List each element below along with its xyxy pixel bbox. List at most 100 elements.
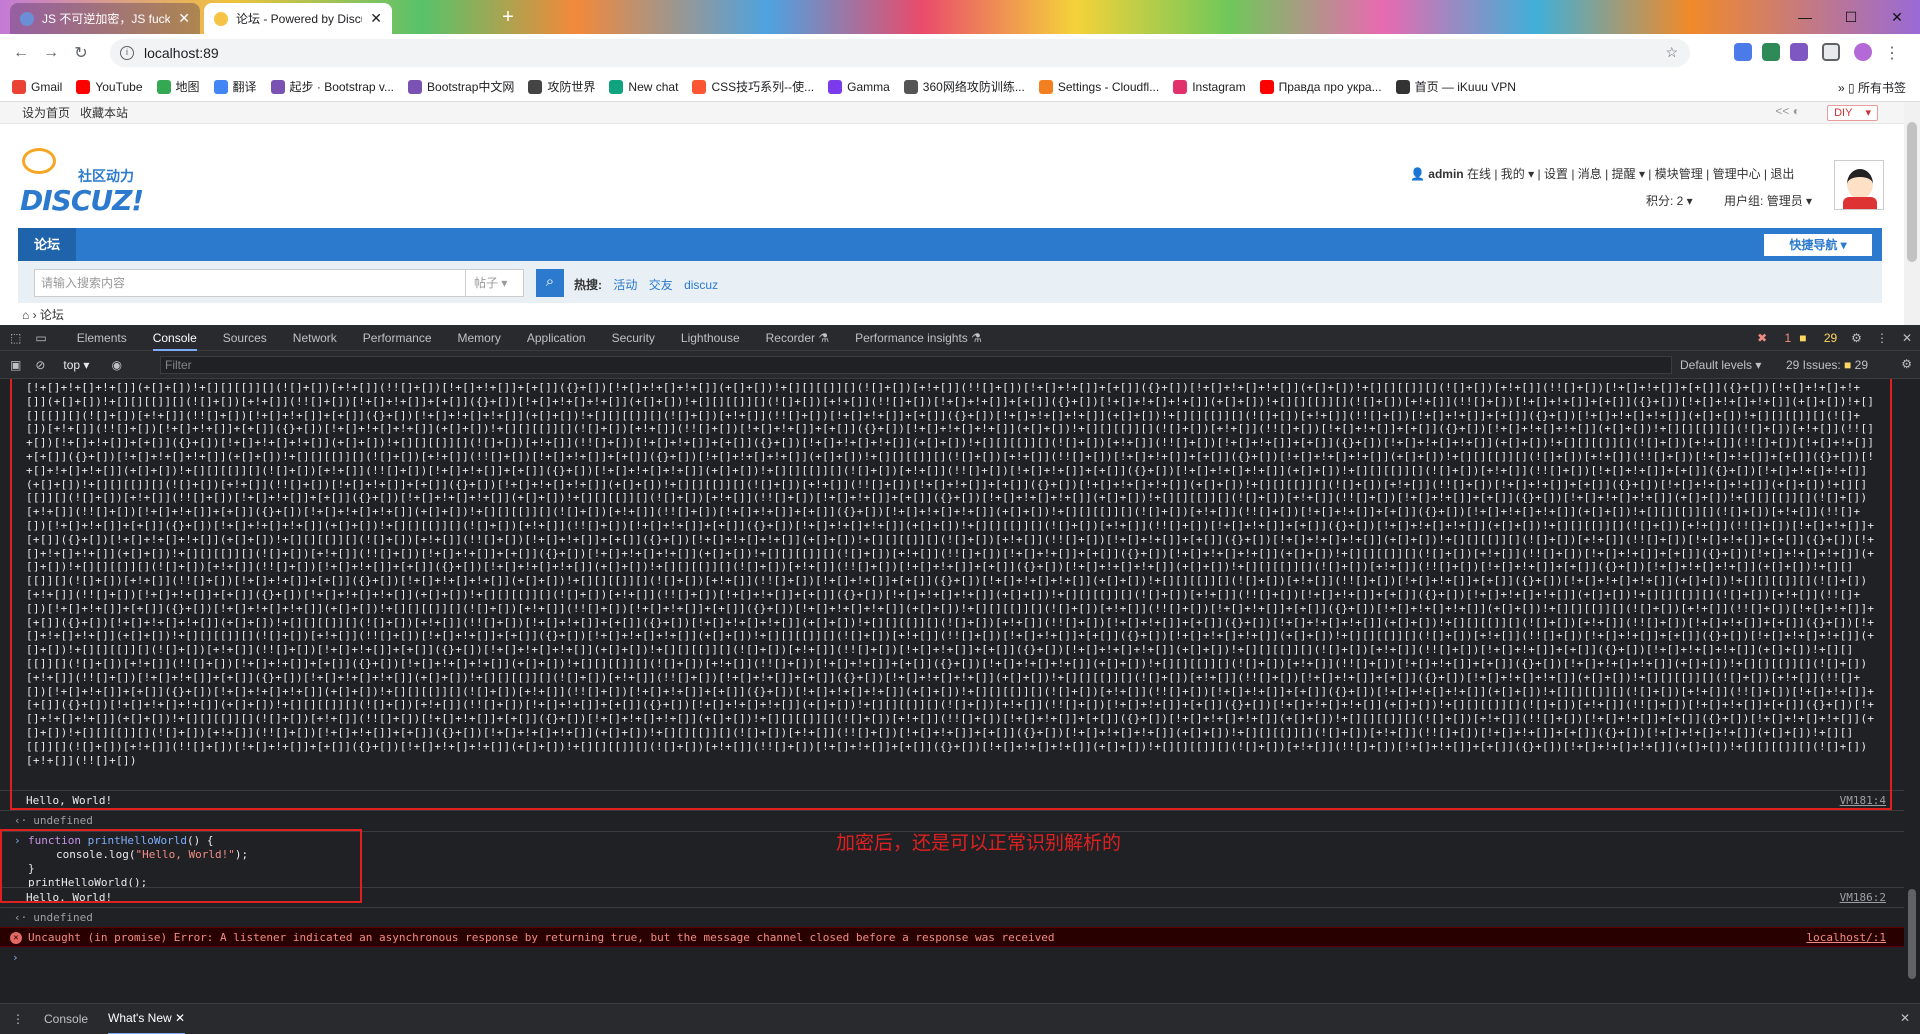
bookmark-favicon-icon <box>213 79 228 94</box>
tab-network[interactable]: Network <box>293 331 337 345</box>
extension-icon[interactable] <box>1762 43 1780 61</box>
drawer-menu-icon[interactable]: ⋮ <box>12 1012 24 1026</box>
bookmark-favicon-icon <box>903 79 918 94</box>
forward-icon[interactable]: → <box>36 44 66 62</box>
extension-icon[interactable] <box>1734 43 1752 61</box>
hot-link[interactable]: 交友 <box>649 278 673 292</box>
more-icon[interactable]: ⋮ <box>1876 331 1888 345</box>
search-icon[interactable]: ⌕ <box>536 269 564 297</box>
source-link[interactable]: localhost/:1 <box>1807 928 1886 948</box>
source-link[interactable]: VM186:2 <box>1840 888 1886 908</box>
console-settings-icon[interactable]: ⚙ <box>1901 357 1912 371</box>
page-scrollbar[interactable] <box>1904 102 1920 325</box>
search-type-select[interactable]: 帖子 ▾ <box>466 269 524 297</box>
logout-link[interactable]: 退出 <box>1770 167 1794 181</box>
hot-link[interactable]: discuz <box>684 278 718 292</box>
menu-icon[interactable]: ⋮ <box>1884 43 1902 62</box>
puzzle-icon[interactable] <box>1790 43 1808 61</box>
warning-count-badge[interactable]: ■ 29 <box>1799 331 1837 345</box>
error-count-badge[interactable]: ✖ 1 <box>1757 331 1791 345</box>
context-select[interactable]: top ▾ <box>63 358 89 372</box>
tab-elements[interactable]: Elements <box>77 331 127 345</box>
bookmark-item[interactable]: 翻译 <box>213 78 257 95</box>
collapse-icon[interactable]: << ◐ <box>1775 104 1800 118</box>
tab-sources[interactable]: Sources <box>223 331 267 345</box>
reload-icon[interactable]: ↻ <box>66 43 96 63</box>
issues-button[interactable]: 29 Issues: ■ 29 <box>1786 358 1868 372</box>
eye-icon[interactable]: ◉ <box>111 358 121 372</box>
tab-memory[interactable]: Memory <box>458 331 501 345</box>
bookmark-item[interactable]: Bootstrap中文网 <box>408 78 514 95</box>
profile-icon[interactable] <box>1854 43 1872 61</box>
search-input[interactable]: 请输入搜索内容 <box>34 269 466 297</box>
bookmark-item[interactable]: 起步 · Bootstrap v... <box>270 78 394 95</box>
close-window-icon[interactable]: ✕ <box>1874 0 1920 34</box>
admin-center-link[interactable]: 管理中心 <box>1713 167 1761 181</box>
bookmark-item[interactable]: 攻防世界 <box>528 78 595 95</box>
nav-forum[interactable]: 论坛 <box>18 228 76 261</box>
bookmark-item[interactable]: Правда про укра... <box>1259 79 1382 94</box>
error-message: Uncaught (in promise) Error: A listener … <box>28 931 1055 944</box>
points-link[interactable]: 积分: 2 <box>1646 194 1683 208</box>
settings-link[interactable]: 设置 <box>1544 167 1568 181</box>
username-link[interactable]: admin <box>1428 167 1463 181</box>
bookmark-item[interactable]: Gamma <box>828 79 890 94</box>
clear-console-icon[interactable]: ⊘ <box>35 358 45 372</box>
bookmark-item[interactable]: 首页 — iKuuu VPN <box>1395 78 1516 95</box>
gear-icon[interactable]: ⚙ <box>1851 331 1862 345</box>
messages-link[interactable]: 消息 <box>1578 167 1602 181</box>
new-tab-button[interactable]: + <box>494 6 522 30</box>
tab-console[interactable]: Console <box>152 325 197 351</box>
filter-input[interactable]: Filter <box>160 356 1672 374</box>
tab-recorder[interactable]: Recorder ⚗ <box>766 331 829 345</box>
bookmark-item[interactable]: 360网络攻防训练... <box>903 78 1025 95</box>
drawer-tab-whats-new[interactable]: What's New ✕ <box>108 1004 186 1034</box>
bookmark-site-link[interactable]: 收藏本站 <box>80 104 128 121</box>
close-devtools-icon[interactable]: ✕ <box>1902 331 1912 345</box>
log-levels-select[interactable]: Default levels ▾ <box>1680 358 1761 372</box>
bookmark-item[interactable]: Instagram <box>1173 79 1246 94</box>
tab-application[interactable]: Application <box>527 331 586 345</box>
bookmark-item[interactable]: CSS技巧系列--使... <box>692 78 814 95</box>
bookmark-item[interactable]: New chat <box>609 79 678 94</box>
console-prompt[interactable]: › <box>12 951 19 964</box>
info-icon[interactable]: i <box>120 46 134 60</box>
my-link[interactable]: 我的 <box>1501 167 1525 181</box>
bookmark-item[interactable]: 地图 <box>156 78 200 95</box>
browser-tab-discuz[interactable]: 论坛 - Powered by Discuz! ✕ <box>204 3 392 34</box>
browser-tab-jsfuck[interactable]: JS 不可逆加密，JS fuck 加密... ✕ <box>10 3 200 34</box>
bookmark-item[interactable]: YouTube <box>76 79 143 94</box>
address-bar[interactable]: i localhost:89 ☆ <box>110 39 1690 67</box>
sidepanel-icon[interactable] <box>1822 43 1840 61</box>
close-icon[interactable]: ✕ <box>370 10 382 27</box>
inspect-icon[interactable]: ⬚ <box>10 331 21 345</box>
maximize-icon[interactable]: ☐ <box>1828 0 1874 34</box>
close-icon[interactable]: ✕ <box>178 10 190 27</box>
tab-performance-insights[interactable]: Performance insights ⚗ <box>855 331 982 345</box>
devtools-drawer: ⋮ Console What's New ✕ ✕ <box>0 1003 1920 1034</box>
device-toolbar-icon[interactable]: ▭ <box>35 331 46 345</box>
hot-link[interactable]: 活动 <box>613 278 637 292</box>
quick-nav-button[interactable]: 快捷导航 ▾ <box>1764 234 1872 256</box>
tab-security[interactable]: Security <box>612 331 655 345</box>
home-icon[interactable]: ⌂ <box>22 308 29 322</box>
minimize-icon[interactable]: — <box>1782 0 1828 34</box>
drawer-tab-console[interactable]: Console <box>44 1012 88 1026</box>
console-scrollbar[interactable] <box>1904 379 1920 1003</box>
set-home-link[interactable]: 设为首页 <box>22 104 70 121</box>
bookmark-item[interactable]: Settings - Cloudfl... <box>1038 79 1159 94</box>
bookmark-star-icon[interactable]: ☆ <box>1665 44 1678 61</box>
avatar[interactable] <box>1834 160 1884 210</box>
module-admin-link[interactable]: 模块管理 <box>1655 167 1703 181</box>
diy-button[interactable]: DIY ▾ <box>1827 105 1878 121</box>
tab-lighthouse[interactable]: Lighthouse <box>681 331 740 345</box>
usergroup-link[interactable]: 用户组: 管理员 <box>1724 194 1803 208</box>
discuz-logo[interactable]: 社区动力 DISCUZ! <box>20 148 150 217</box>
all-bookmarks[interactable]: » ▯ 所有书签 <box>1838 79 1906 96</box>
close-drawer-icon[interactable]: ✕ <box>1900 1011 1910 1025</box>
bookmark-item[interactable]: Gmail <box>12 79 62 94</box>
tab-performance[interactable]: Performance <box>363 331 432 345</box>
back-icon[interactable]: ← <box>6 44 36 62</box>
sidebar-toggle-icon[interactable]: ▣ <box>10 358 21 372</box>
notify-link[interactable]: 提醒 <box>1612 167 1636 181</box>
